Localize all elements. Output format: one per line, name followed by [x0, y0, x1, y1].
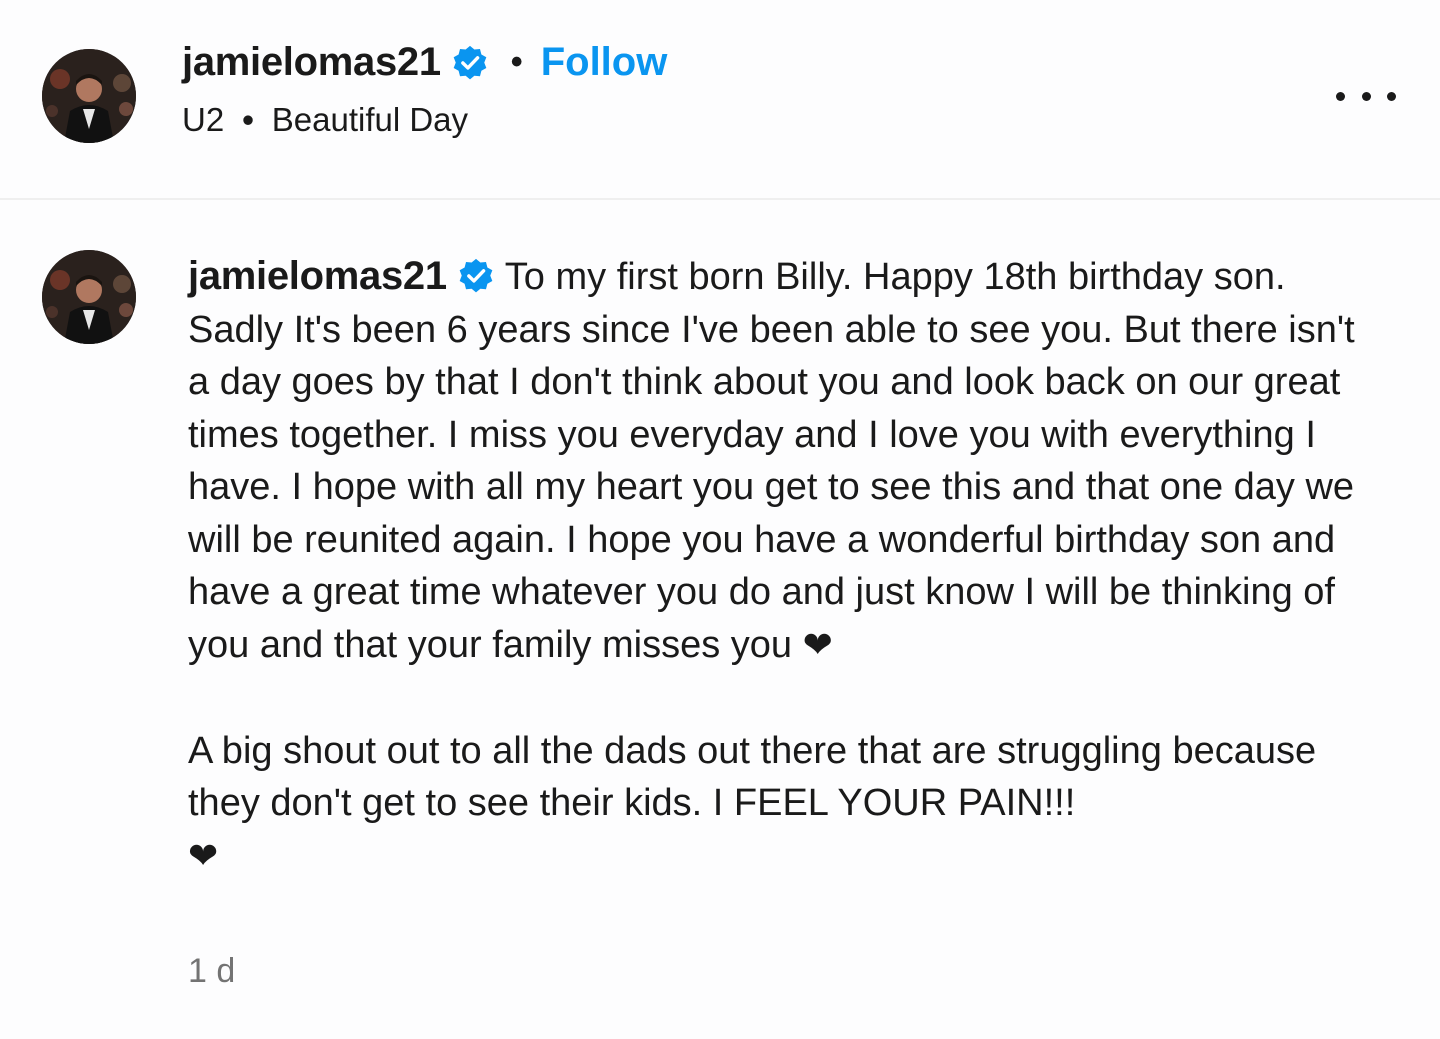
music-info[interactable]: U2 • Beautiful Day: [182, 101, 1240, 139]
header-title-row: jamielomas21 • Follow: [182, 40, 1240, 85]
more-dot: [1336, 91, 1345, 101]
more-dot: [1361, 91, 1371, 101]
caption-paragraph-2: A big shout out to all the dads out ther…: [188, 725, 1368, 884]
post-header: jamielomas21 • Follow U2 • Beautiful Day: [0, 0, 1440, 200]
heart-emoji-icon: ❤: [188, 835, 219, 877]
more-options-icon[interactable]: [1336, 80, 1396, 112]
post-timestamp[interactable]: 1 d: [188, 952, 235, 991]
caption-paragraph-1: jamielomas21 To my first born Billy. Happ…: [188, 250, 1368, 672]
more-dot: [1387, 91, 1396, 101]
caption-username[interactable]: jamielomas21: [188, 254, 447, 298]
music-separator: •: [242, 101, 254, 138]
verified-badge-icon: [457, 257, 495, 295]
avatar-image: [42, 49, 136, 143]
avatar-image: [42, 250, 136, 344]
caption-text-1: To my first born Billy. Happy 18th birth…: [188, 256, 1355, 666]
music-song[interactable]: Beautiful Day: [272, 101, 468, 139]
profile-avatar[interactable]: [42, 49, 136, 143]
caption-body: jamielomas21 To my first born Billy. Happ…: [188, 250, 1368, 883]
caption-text-2: A big shout out to all the dads out ther…: [188, 729, 1317, 825]
header-username[interactable]: jamielomas21: [182, 40, 441, 85]
heart-emoji-icon: ❤: [802, 624, 833, 666]
header-separator: •: [510, 43, 523, 81]
header-text: jamielomas21 • Follow U2 • Beautiful Day: [182, 40, 1240, 139]
verified-badge-icon: [451, 44, 489, 82]
follow-button[interactable]: Follow: [541, 40, 668, 85]
caption-avatar[interactable]: [42, 250, 136, 344]
music-artist[interactable]: U2: [182, 101, 224, 139]
